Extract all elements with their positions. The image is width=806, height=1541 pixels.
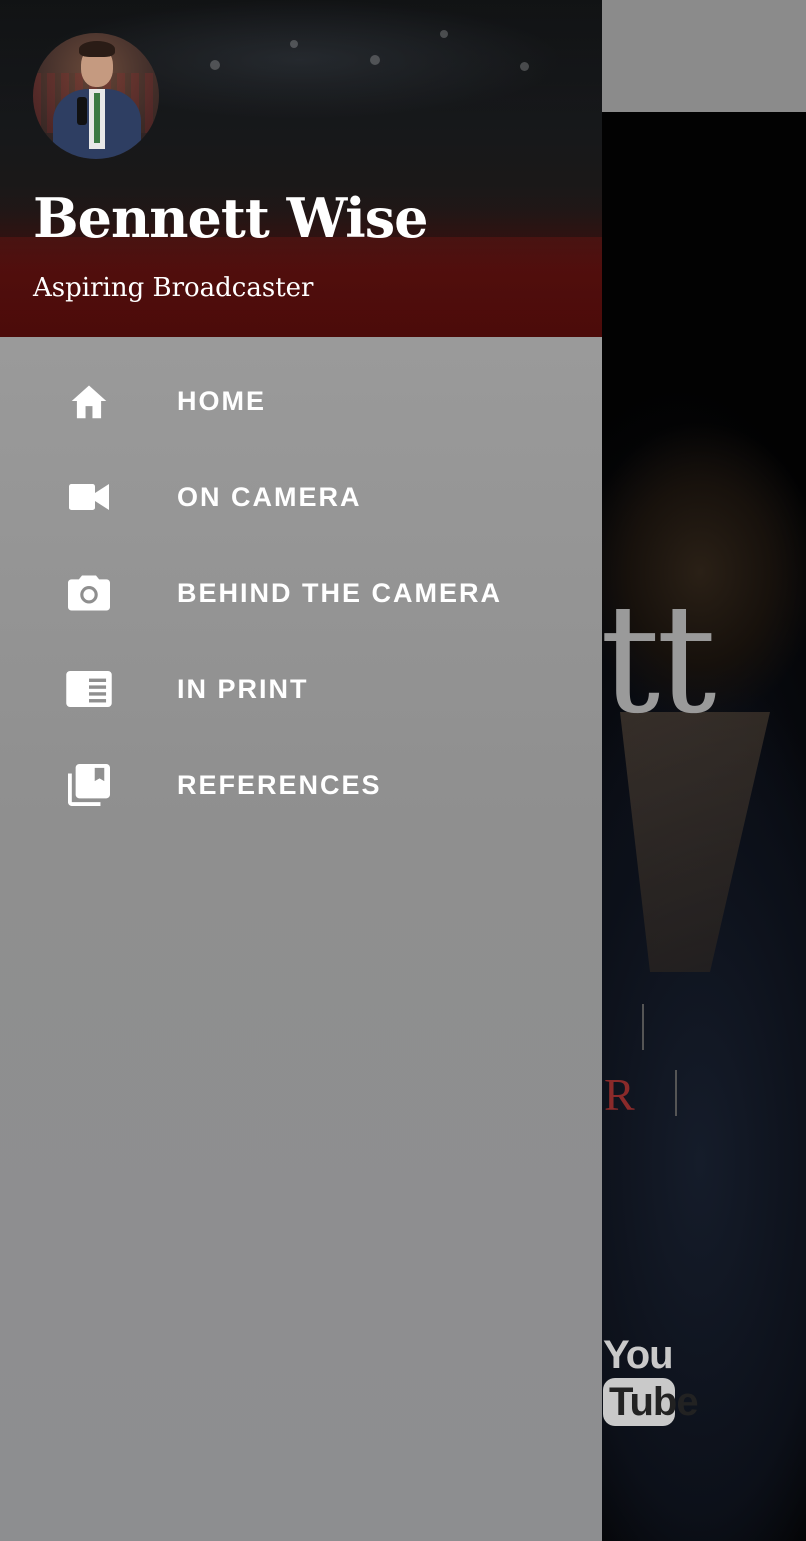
youtube-tube-text: Tube xyxy=(603,1378,699,1426)
nav-item-label: BEHIND THE CAMERA xyxy=(177,577,503,608)
background-name-fragment: tt xyxy=(600,573,717,747)
background-divider xyxy=(675,1070,677,1116)
nav-item-on-camera[interactable]: ON CAMERA xyxy=(0,449,602,545)
nav-item-references[interactable]: REFERENCES xyxy=(0,737,602,833)
newspaper-icon xyxy=(66,666,112,712)
home-icon xyxy=(66,378,112,424)
drawer-nav-list: HOME ON CAMERA BEHIND THE CAMERA IN PRIN… xyxy=(0,337,602,1541)
arena-light xyxy=(520,62,529,71)
arena-light xyxy=(370,55,380,65)
nav-item-label: ON CAMERA xyxy=(177,481,362,512)
arena-light xyxy=(440,30,448,38)
camera-icon xyxy=(66,570,112,616)
library-books-icon xyxy=(66,762,112,808)
nav-item-in-print[interactable]: IN PRINT xyxy=(0,641,602,737)
nav-item-home[interactable]: HOME xyxy=(0,353,602,449)
nav-item-label: IN PRINT xyxy=(177,673,309,704)
nav-item-label: HOME xyxy=(177,385,266,416)
youtube-you-text: You xyxy=(603,1333,674,1377)
profile-tagline: Aspiring Broadcaster xyxy=(33,273,314,303)
nav-item-label: REFERENCES xyxy=(177,769,382,800)
background-divider xyxy=(642,1004,644,1050)
background-shirt-collar xyxy=(620,712,770,972)
arena-light xyxy=(210,60,220,70)
navigation-drawer: Bennett Wise Aspiring Broadcaster HOME O… xyxy=(0,0,602,1541)
youtube-link[interactable]: You Tube xyxy=(603,1333,699,1426)
arena-light xyxy=(290,40,298,48)
nav-item-behind-the-camera[interactable]: BEHIND THE CAMERA xyxy=(0,545,602,641)
profile-name: Bennett Wise xyxy=(33,186,429,250)
background-subtitle-fragment: R xyxy=(604,1069,635,1120)
drawer-header: Bennett Wise Aspiring Broadcaster xyxy=(0,0,602,337)
microphone-icon xyxy=(77,97,87,125)
avatar xyxy=(33,33,159,159)
videocam-icon xyxy=(66,474,112,520)
